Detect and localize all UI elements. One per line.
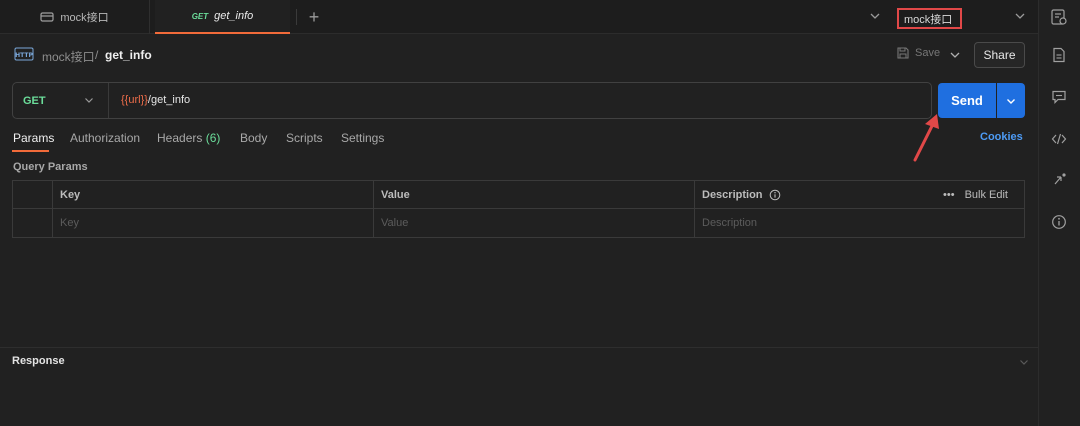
share-button[interactable]: Share xyxy=(974,42,1025,68)
send-options-button[interactable] xyxy=(997,83,1025,118)
column-header-description: Description xyxy=(694,181,934,209)
code-icon[interactable] xyxy=(1051,131,1067,147)
tab-divider xyxy=(296,9,297,25)
svg-text:HTTP: HTTP xyxy=(15,52,33,59)
chevron-down-icon[interactable] xyxy=(868,9,882,23)
table-row: Key Value Description xyxy=(13,209,1024,237)
breadcrumb-parent[interactable]: mock接口 xyxy=(42,48,95,65)
response-divider[interactable] xyxy=(0,347,1038,348)
param-description-input[interactable]: Description xyxy=(694,209,1024,237)
documentation-icon[interactable] xyxy=(1051,47,1067,63)
send-button[interactable]: Send xyxy=(938,83,996,118)
method-chevron-icon[interactable] xyxy=(83,94,95,106)
environment-chevron-icon[interactable] xyxy=(1013,9,1027,23)
tab-get-info[interactable]: GET get_info xyxy=(155,0,290,34)
breadcrumb-separator: / xyxy=(95,48,99,62)
bulk-edit-button[interactable]: ••• Bulk Edit xyxy=(943,181,1008,209)
query-params-table: Key Value Description ••• Bulk Edit Key … xyxy=(12,180,1025,238)
table-header-row: Key Value Description ••• Bulk Edit xyxy=(13,181,1024,209)
param-key-input[interactable]: Key xyxy=(52,209,373,237)
info-circle-icon[interactable] xyxy=(769,189,781,201)
tab-method-badge: GET xyxy=(191,11,209,21)
query-params-title: Query Params xyxy=(13,161,88,173)
tab-params[interactable]: Params xyxy=(13,131,54,145)
floppy-disk-icon xyxy=(897,47,909,59)
tab-get-info-label: get_info xyxy=(214,10,254,22)
cookies-link[interactable]: Cookies xyxy=(980,131,1023,143)
save-label: Save xyxy=(915,47,941,59)
url-path: /get_info xyxy=(147,94,191,106)
bulk-edit-label: Bulk Edit xyxy=(964,189,1008,201)
response-title[interactable]: Response xyxy=(12,355,65,367)
environment-selector[interactable]: mock接口 xyxy=(897,8,962,29)
tab-settings[interactable]: Settings xyxy=(341,131,384,145)
tab-bar: mock接口 GET get_info + mock接口 xyxy=(0,0,1038,34)
url-input[interactable]: {{url}}/get_info xyxy=(121,94,190,106)
save-options-chevron-icon[interactable] xyxy=(948,48,962,62)
response-chevron-icon[interactable] xyxy=(1018,356,1030,368)
annotation-arrow xyxy=(913,114,939,162)
tab-scripts[interactable]: Scripts xyxy=(286,131,323,145)
param-value-input[interactable]: Value xyxy=(373,209,694,237)
column-header-key: Key xyxy=(60,189,81,201)
environment-label: mock接口 xyxy=(904,13,953,26)
method-label: GET xyxy=(23,94,46,107)
environment-quick-look-icon[interactable] xyxy=(1050,8,1068,26)
url-bar: GET {{url}}/get_info xyxy=(12,82,932,119)
tab-authorization[interactable]: Authorization xyxy=(70,131,140,145)
plus-icon[interactable]: + xyxy=(305,8,323,26)
headers-count: (6) xyxy=(205,131,221,145)
breadcrumb-current[interactable]: get_info xyxy=(105,48,152,62)
tab-body[interactable]: Body xyxy=(240,131,267,145)
chevron-down-icon xyxy=(1007,98,1015,104)
http-icon: HTTP xyxy=(14,47,34,61)
url-variable: {{url}} xyxy=(121,94,148,106)
right-rail-divider xyxy=(1038,0,1039,426)
related-collections-icon[interactable] xyxy=(1051,172,1067,188)
tab-collection-label: mock接口 xyxy=(60,12,109,24)
tab-headers[interactable]: Headers (6) xyxy=(157,131,220,145)
ellipsis-icon[interactable]: ••• xyxy=(943,189,955,201)
collection-icon xyxy=(40,12,54,22)
active-tab-indicator xyxy=(12,150,49,152)
comments-icon[interactable] xyxy=(1051,89,1067,105)
save-button[interactable]: Save xyxy=(896,46,940,60)
column-header-value: Value xyxy=(381,189,410,201)
column-header-description-label: Description xyxy=(702,189,763,201)
tab-headers-label: Headers xyxy=(157,131,203,145)
tab-collection[interactable]: mock接口 xyxy=(0,0,150,34)
info-icon[interactable] xyxy=(1051,214,1067,230)
